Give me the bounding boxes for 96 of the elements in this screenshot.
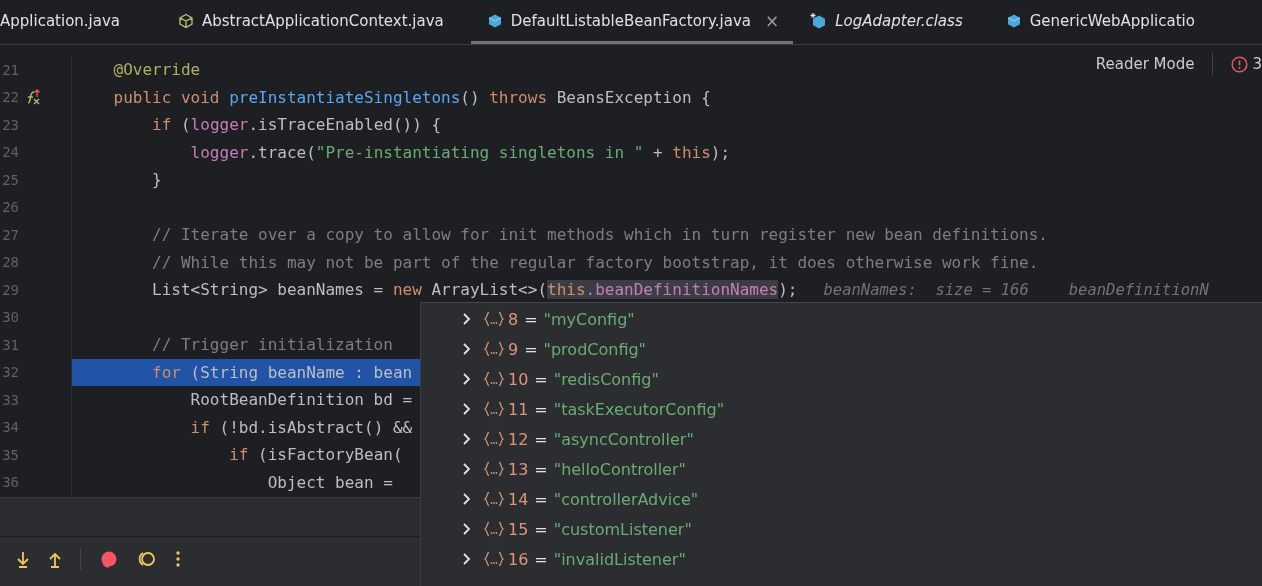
- code-line: 22 public void preInstantiateSingletons() throws BeansException {: [0, 83, 1262, 111]
- array-element-row[interactable]: 8 = "myConfig": [421, 304, 1262, 334]
- element-index: 11: [508, 399, 529, 419]
- object-icon: [483, 521, 505, 537]
- array-element-row[interactable]: 11 = "taskExecutorConfig": [421, 394, 1262, 424]
- arrow-down-icon[interactable]: [16, 550, 30, 568]
- code-line: 23 if (logger.isTraceEnabled()) {: [0, 111, 1262, 139]
- error-count: 3: [1252, 55, 1262, 73]
- element-index: 15: [508, 519, 529, 539]
- element-value: "controllerAdvice": [553, 489, 699, 509]
- cube-icon: [486, 12, 503, 29]
- cube-outline-icon: [178, 12, 194, 29]
- line-number: 22: [1, 89, 19, 106]
- arrow-up-icon[interactable]: [48, 550, 62, 568]
- equals-sign: =: [534, 489, 548, 509]
- line-number: 34: [1, 419, 19, 436]
- equals-sign: =: [534, 459, 548, 479]
- element-value: "helloController": [553, 459, 686, 479]
- object-icon: [483, 491, 505, 507]
- line-number: 24: [1, 144, 19, 161]
- line-number: 30: [1, 309, 19, 326]
- line-number: 28: [1, 254, 19, 271]
- code-line: 28 // While this may not be part of the regular factory bootstrap, it does otherwise work fine.: [0, 248, 1262, 276]
- breakpoint-icon[interactable]: [99, 549, 119, 569]
- object-icon: [483, 311, 505, 327]
- element-index: 16: [508, 549, 529, 569]
- chevron-right-icon[interactable]: [462, 522, 472, 536]
- element-index: 14: [508, 489, 529, 509]
- line-number: 23: [1, 116, 19, 133]
- inline-value-hint: beanNames: size = 166: [823, 280, 1029, 299]
- code-line: 24 logger.trace("Pre-instantiating singletons in " + this);: [0, 138, 1262, 166]
- code-line: 25 }: [0, 166, 1262, 194]
- line-number: 35: [1, 446, 19, 463]
- object-icon: [483, 401, 505, 417]
- chevron-right-icon[interactable]: [462, 552, 472, 566]
- array-element-row[interactable]: 15 = "customListener": [421, 514, 1262, 544]
- chevron-right-icon[interactable]: [462, 432, 472, 446]
- line-number: 29: [1, 281, 19, 298]
- equals-sign: =: [534, 429, 548, 449]
- inline-value-hint: beanDefinitionN: [1068, 280, 1209, 299]
- element-value: "customListener": [553, 519, 692, 539]
- array-element-row[interactable]: 12 = "asyncController": [421, 424, 1262, 454]
- line-number: 21: [1, 61, 19, 78]
- line-number: 32: [1, 364, 19, 381]
- object-icon: [483, 341, 505, 357]
- line-number: 25: [1, 171, 19, 188]
- element-index: 10: [508, 369, 529, 389]
- chevron-right-icon[interactable]: [462, 342, 472, 356]
- editor-tab[interactable]: Application.java: [0, 0, 162, 44]
- array-element-row[interactable]: 14 = "controllerAdvice": [421, 484, 1262, 514]
- element-index: 9: [508, 339, 519, 359]
- line-number: 27: [1, 226, 19, 243]
- element-index: 13: [508, 459, 529, 479]
- array-element-row[interactable]: 16 = "invalidListener": [421, 544, 1262, 574]
- array-element-row[interactable]: 13 = "helloController": [421, 454, 1262, 484]
- mute-breakpoints-icon[interactable]: [137, 549, 157, 569]
- element-value: "prodConfig": [543, 339, 646, 359]
- equals-sign: =: [534, 519, 548, 539]
- element-value: "taskExecutorConfig": [553, 399, 724, 419]
- equals-sign: =: [534, 549, 548, 569]
- cube-icon: [1005, 12, 1022, 29]
- cube-star-icon: [809, 11, 828, 30]
- element-value: "redisConfig": [553, 369, 659, 389]
- chevron-right-icon[interactable]: [462, 372, 472, 386]
- equals-sign: =: [524, 339, 538, 359]
- object-icon: [483, 431, 505, 447]
- element-index: 12: [508, 429, 529, 449]
- equals-sign: =: [524, 309, 538, 329]
- chevron-right-icon[interactable]: [462, 402, 472, 416]
- chevron-right-icon[interactable]: [462, 462, 472, 476]
- line-number: 36: [1, 474, 19, 491]
- editor-tab[interactable]: DefaultListableBeanFactory.java ×: [470, 0, 794, 44]
- editor-tab[interactable]: AbstractApplicationContext.java: [162, 0, 471, 44]
- array-element-row[interactable]: 10 = "redisConfig": [421, 364, 1262, 394]
- more-options-icon[interactable]: [175, 550, 181, 568]
- equals-sign: =: [534, 399, 548, 419]
- object-icon: [483, 371, 505, 387]
- error-icon[interactable]: [1231, 55, 1249, 73]
- line-number: 33: [1, 391, 19, 408]
- equals-sign: =: [534, 369, 548, 389]
- line-number: 26: [1, 199, 19, 216]
- reader-mode-link[interactable]: Reader Mode: [1095, 55, 1195, 73]
- object-icon: [483, 551, 505, 567]
- code-line: 27 // Iterate over a copy to allow for init methods which in turn register new bean definitions.: [0, 221, 1262, 249]
- chevron-right-icon[interactable]: [462, 492, 472, 506]
- line-number: 31: [1, 336, 19, 353]
- chevron-right-icon[interactable]: [462, 312, 472, 326]
- editor-tab[interactable]: LogAdapter.class: [793, 0, 990, 44]
- element-index: 8: [508, 309, 519, 329]
- element-value: "invalidListener": [553, 549, 686, 569]
- element-value: "asyncController": [553, 429, 694, 449]
- editor-tab[interactable]: GenericWebApplicatio: [989, 0, 1222, 44]
- element-value: "myConfig": [543, 309, 635, 329]
- object-icon: [483, 461, 505, 477]
- array-element-row[interactable]: 9 = "prodConfig": [421, 334, 1262, 364]
- close-tab-button[interactable]: ×: [765, 10, 780, 31]
